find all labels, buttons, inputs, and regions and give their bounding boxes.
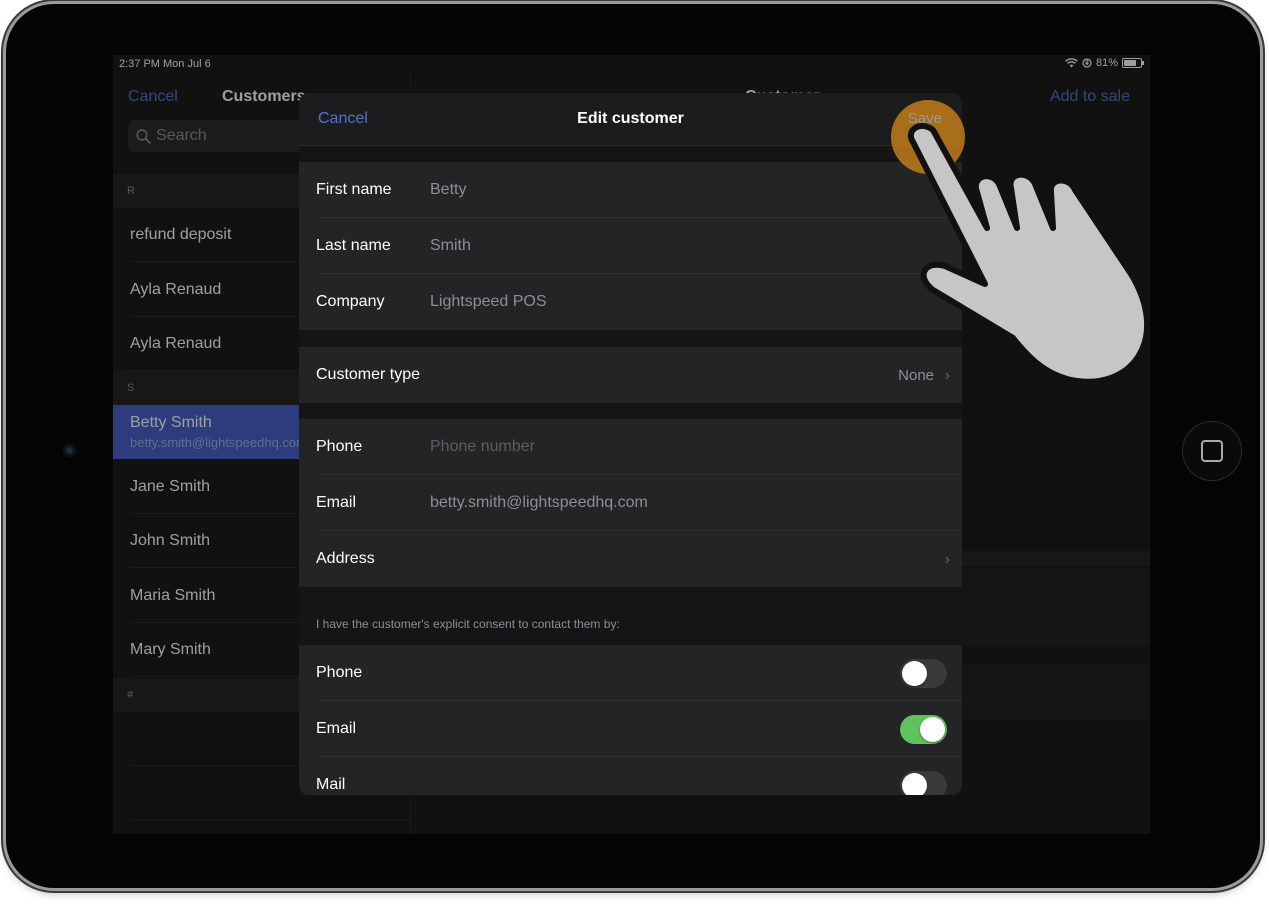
field-label: Address [316, 550, 375, 567]
phone-field[interactable]: Phone Phone number [299, 419, 962, 475]
consent-note: I have the customer's explicit consent t… [316, 617, 620, 631]
field-label: Last name [316, 237, 391, 254]
contact-group: Phone Phone number Email betty.smith@lig… [299, 419, 962, 587]
field-label: Email [316, 494, 357, 511]
first-name-field[interactable]: First name Betty [299, 162, 962, 218]
consent-group: Phone Email Mail [299, 645, 962, 795]
edit-customer-modal: Cancel Edit customer Save First name Bet… [299, 93, 962, 795]
save-button[interactable]: Save [908, 110, 942, 127]
field-value: betty.smith@lightspeedhq.com [430, 494, 648, 511]
home-button-icon [1201, 440, 1223, 462]
consent-phone-row: Phone [299, 645, 962, 701]
address-row[interactable]: Address › [299, 531, 962, 587]
name-group: First name Betty Last name Smith Company… [299, 162, 962, 330]
field-label: Mail [316, 776, 346, 793]
hand-pointer-icon [908, 122, 1151, 385]
modal-header: Cancel Edit customer Save [299, 93, 962, 146]
field-label: Company [316, 293, 385, 310]
consent-email-row: Email [299, 701, 962, 757]
field-label: Phone [316, 664, 363, 681]
chevron-right-icon: › [945, 550, 950, 568]
consent-mail-toggle[interactable] [900, 770, 947, 795]
field-value: Betty [430, 181, 467, 198]
consent-email-toggle[interactable] [900, 714, 947, 744]
field-label: First name [316, 181, 392, 198]
customer-type-row[interactable]: Customer type None › [299, 347, 962, 403]
field-label: Email [316, 720, 357, 737]
field-value: Lightspeed POS [430, 293, 547, 310]
modal-title: Edit customer [577, 110, 684, 127]
field-label: Customer type [316, 366, 421, 383]
consent-mail-row: Mail [299, 757, 962, 795]
phone-placeholder: Phone number [430, 438, 535, 455]
consent-phone-toggle[interactable] [900, 658, 947, 688]
camera-icon [63, 444, 76, 457]
email-field[interactable]: Email betty.smith@lightspeedhq.com [299, 475, 962, 531]
company-field[interactable]: Company Lightspeed POS [299, 274, 962, 330]
field-label: Phone [316, 438, 363, 455]
home-button[interactable] [1182, 421, 1242, 481]
customer-type-group: Customer type None › [299, 347, 962, 403]
field-value: Smith [430, 237, 471, 254]
last-name-field[interactable]: Last name Smith [299, 218, 962, 274]
